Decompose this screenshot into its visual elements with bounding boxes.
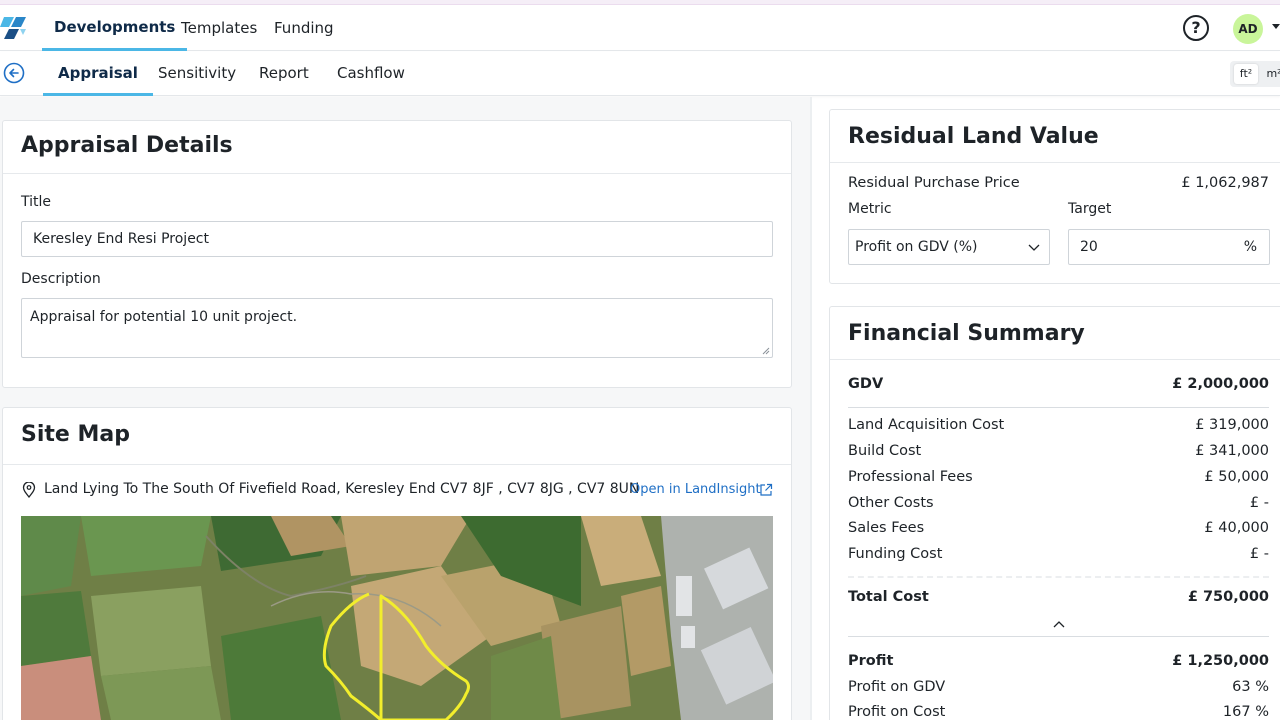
divider bbox=[3, 173, 791, 174]
cost-value: £ 341,000 bbox=[1195, 443, 1269, 459]
target-label: Target bbox=[1068, 201, 1112, 217]
target-value: 20 bbox=[1080, 239, 1098, 255]
residual-land-value-title: Residual Land Value bbox=[848, 124, 1099, 149]
appraisal-details-title: Appraisal Details bbox=[21, 133, 233, 158]
target-unit: % bbox=[1243, 239, 1257, 255]
unit-m2-button[interactable]: m² bbox=[1262, 64, 1280, 84]
target-input[interactable]: 20 % bbox=[1068, 229, 1270, 265]
aerial-map-graphic bbox=[21, 516, 773, 720]
resize-grip-icon[interactable] bbox=[762, 347, 770, 355]
description-label: Description bbox=[21, 271, 101, 287]
profit-value: £ 1,250,000 bbox=[1172, 653, 1269, 669]
tab-funding[interactable]: Funding bbox=[262, 5, 346, 51]
tab-developments[interactable]: Developments bbox=[42, 5, 188, 51]
divider bbox=[830, 359, 1280, 360]
chevron-down-icon bbox=[1028, 244, 1040, 251]
divider bbox=[848, 407, 1269, 408]
gdv-label: GDV bbox=[848, 376, 884, 392]
cost-value: £ 50,000 bbox=[1204, 469, 1269, 485]
total-cost-value: £ 750,000 bbox=[1187, 589, 1269, 605]
sub-navigation: Appraisal Sensitivity Report Cashflow ft… bbox=[0, 52, 1280, 96]
title-label: Title bbox=[21, 194, 52, 210]
cost-label: Professional Fees bbox=[848, 469, 973, 485]
financial-summary-title: Financial Summary bbox=[848, 321, 1085, 346]
divider bbox=[848, 636, 1269, 637]
external-link-icon[interactable] bbox=[759, 483, 773, 497]
residual-purchase-price-label: Residual Purchase Price bbox=[848, 175, 1020, 191]
cost-label: Land Acquisition Cost bbox=[848, 417, 1005, 433]
unit-toggle: ft² m² bbox=[1230, 61, 1280, 87]
cost-value: £ - bbox=[1249, 546, 1269, 562]
site-map-title: Site Map bbox=[21, 422, 130, 447]
panel-divider bbox=[810, 97, 812, 720]
tab-templates[interactable]: Templates bbox=[169, 5, 269, 51]
profit-on-gdv-value: 63 % bbox=[1232, 679, 1269, 695]
open-in-landinsight-link[interactable]: Open in LandInsight bbox=[630, 482, 761, 497]
cost-value: £ - bbox=[1249, 495, 1269, 511]
tab-sensitivity[interactable]: Sensitivity bbox=[143, 52, 251, 96]
title-input[interactable]: Keresley End Resi Project bbox=[21, 221, 773, 257]
metric-label: Metric bbox=[848, 201, 892, 217]
cost-value: £ 40,000 bbox=[1204, 520, 1269, 536]
description-text: Appraisal for potential 10 unit project. bbox=[30, 309, 298, 325]
profit-on-cost-label: Profit on Cost bbox=[848, 704, 946, 720]
chevron-up-icon[interactable] bbox=[1052, 619, 1066, 629]
top-navigation: Developments Templates Funding ? AD bbox=[0, 5, 1280, 51]
gdv-value: £ 2,000,000 bbox=[1172, 376, 1269, 392]
tab-cashflow[interactable]: Cashflow bbox=[322, 52, 420, 96]
location-pin-icon bbox=[22, 482, 36, 498]
divider bbox=[830, 162, 1280, 163]
tab-appraisal[interactable]: Appraisal bbox=[43, 52, 153, 96]
metric-select[interactable]: Profit on GDV (%) bbox=[848, 229, 1050, 265]
divider bbox=[3, 464, 791, 465]
metric-select-value: Profit on GDV (%) bbox=[855, 239, 978, 255]
back-arrow-icon[interactable] bbox=[3, 62, 25, 84]
cost-label: Funding Cost bbox=[848, 546, 943, 562]
profit-on-cost-value: 167 % bbox=[1222, 704, 1269, 720]
site-map-image[interactable] bbox=[21, 516, 773, 720]
dashed-divider bbox=[848, 576, 1269, 578]
cost-label: Sales Fees bbox=[848, 520, 925, 536]
unit-ft2-button[interactable]: ft² bbox=[1234, 64, 1258, 84]
avatar[interactable]: AD bbox=[1233, 14, 1263, 44]
app-logo-icon[interactable] bbox=[0, 15, 28, 41]
help-icon[interactable]: ? bbox=[1183, 15, 1209, 41]
total-cost-label: Total Cost bbox=[848, 589, 929, 605]
description-textarea[interactable]: Appraisal for potential 10 unit project. bbox=[21, 298, 773, 358]
profit-on-gdv-label: Profit on GDV bbox=[848, 679, 946, 695]
cost-value: £ 319,000 bbox=[1195, 417, 1269, 433]
tab-report[interactable]: Report bbox=[244, 52, 324, 96]
chevron-down-icon[interactable] bbox=[1272, 24, 1280, 29]
profit-label: Profit bbox=[848, 653, 894, 669]
cost-label: Build Cost bbox=[848, 443, 922, 459]
site-address: Land Lying To The South Of Fivefield Roa… bbox=[44, 481, 640, 497]
residual-purchase-price-value: £ 1,062,987 bbox=[1181, 175, 1269, 191]
cost-label: Other Costs bbox=[848, 495, 934, 511]
